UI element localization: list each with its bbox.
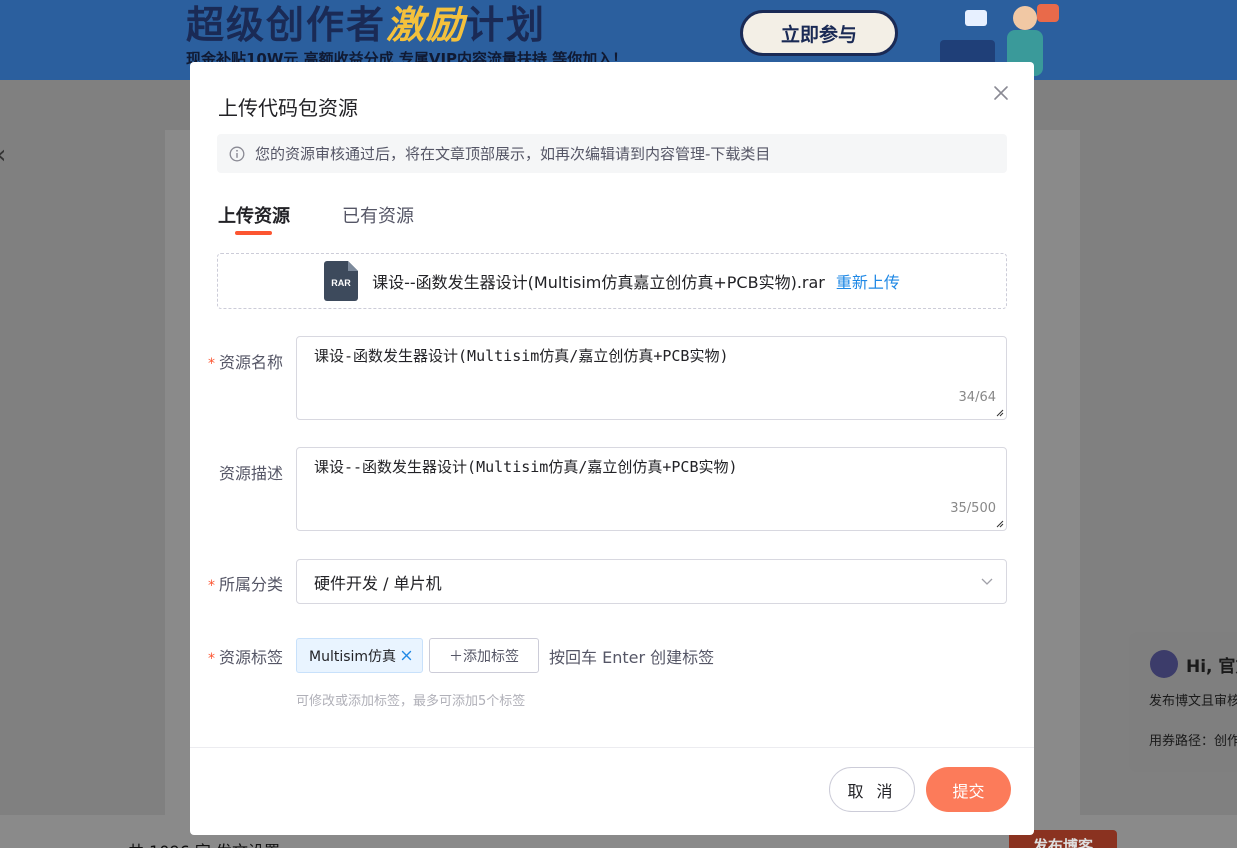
tag-chip-label: Multisim仿真 bbox=[309, 648, 397, 665]
banner-title: 超级创作者激励计划 bbox=[186, 3, 547, 47]
chevron-down-icon bbox=[981, 578, 993, 585]
category-select[interactable]: 硬件开发 / 单片机 bbox=[296, 559, 1007, 604]
tag-enter-hint: 按回车 Enter 创建标签 bbox=[549, 648, 715, 667]
category-value: 硬件开发 / 单片机 bbox=[314, 573, 442, 593]
resource-description-counter: 35/500 bbox=[950, 501, 996, 516]
notice-text: 您的资源审核通过后，将在文章顶部展示，如再次编辑请到内容管理-下载类目 bbox=[255, 145, 771, 163]
tab-existing-resource[interactable]: 已有资源 bbox=[342, 202, 414, 228]
active-tab-indicator bbox=[235, 231, 272, 235]
word-count-text: 共 1096 字 发文设置 bbox=[128, 838, 280, 848]
side-card-greeting: Hi, 官方 bbox=[1186, 657, 1237, 677]
reupload-link[interactable]: 重新上传 bbox=[836, 269, 900, 293]
uploaded-file-box[interactable]: RAR 课设--函数发生器设计(Multisim仿真嘉立创仿真+PCB实物).r… bbox=[217, 253, 1007, 309]
cancel-button[interactable]: 取 消 bbox=[829, 767, 915, 812]
submit-button[interactable]: 提交 bbox=[926, 767, 1011, 812]
tab-upload-resource[interactable]: 上传资源 bbox=[218, 202, 290, 228]
add-tag-button[interactable]: ＋添加标签 bbox=[429, 638, 539, 673]
file-name: 课设--函数发生器设计(Multisim仿真嘉立创仿真+PCB实物).rar bbox=[372, 273, 825, 292]
tags-label: * 资源标签 bbox=[208, 648, 284, 667]
side-card-path: 用券路径：创作 bbox=[1149, 734, 1237, 749]
side-promo-card[interactable]: Hi, 官方 发布博文且审核 用券路径：创作 bbox=[1129, 632, 1237, 772]
rar-file-icon: RAR bbox=[324, 261, 359, 301]
upload-resource-dialog: 上传代码包资源 您的资源审核通过后，将在文章顶部展示，如再次编辑请到内容管理-下… bbox=[190, 62, 1034, 835]
dialog-title: 上传代码包资源 bbox=[218, 96, 358, 120]
footer-divider bbox=[190, 747, 1034, 748]
avatar bbox=[1150, 650, 1178, 678]
resource-name-counter: 34/64 bbox=[958, 390, 996, 405]
close-icon[interactable] bbox=[992, 84, 1010, 102]
resize-grip-icon[interactable] bbox=[996, 409, 1004, 417]
resource-description-label: 资源描述 bbox=[219, 464, 284, 483]
resize-grip-icon[interactable] bbox=[996, 520, 1004, 528]
tag-limit-hint: 可修改或添加标签，最多可添加5个标签 bbox=[296, 694, 526, 709]
resource-name-label: * 资源名称 bbox=[208, 353, 284, 372]
resource-name-field[interactable]: 课设-函数发生器设计(Multisim仿真/嘉立创仿真+PCB实物) 34/64 bbox=[296, 336, 1007, 420]
info-icon bbox=[229, 146, 245, 161]
info-notice: 您的资源审核通过后，将在文章顶部展示，如再次编辑请到内容管理-下载类目 bbox=[217, 134, 1007, 173]
file-type-label: RAR bbox=[331, 278, 351, 288]
resource-description-field[interactable]: 课设--函数发生器设计(Multisim仿真/嘉立创仿真+PCB实物) 35/5… bbox=[296, 447, 1007, 531]
tag-chip: Multisim仿真 bbox=[296, 638, 423, 673]
resource-name-input[interactable]: 课设-函数发生器设计(Multisim仿真/嘉立创仿真+PCB实物) bbox=[297, 337, 1006, 419]
resource-description-input[interactable]: 课设--函数发生器设计(Multisim仿真/嘉立创仿真+PCB实物) bbox=[297, 448, 1006, 530]
tag-remove-icon[interactable] bbox=[400, 649, 413, 662]
back-arrow-icon[interactable]: ‹ bbox=[0, 140, 6, 170]
category-label: * 所属分类 bbox=[208, 575, 284, 594]
side-card-text: 发布博文且审核 bbox=[1149, 694, 1237, 709]
banner-join-button[interactable]: 立即参与 bbox=[740, 10, 898, 56]
